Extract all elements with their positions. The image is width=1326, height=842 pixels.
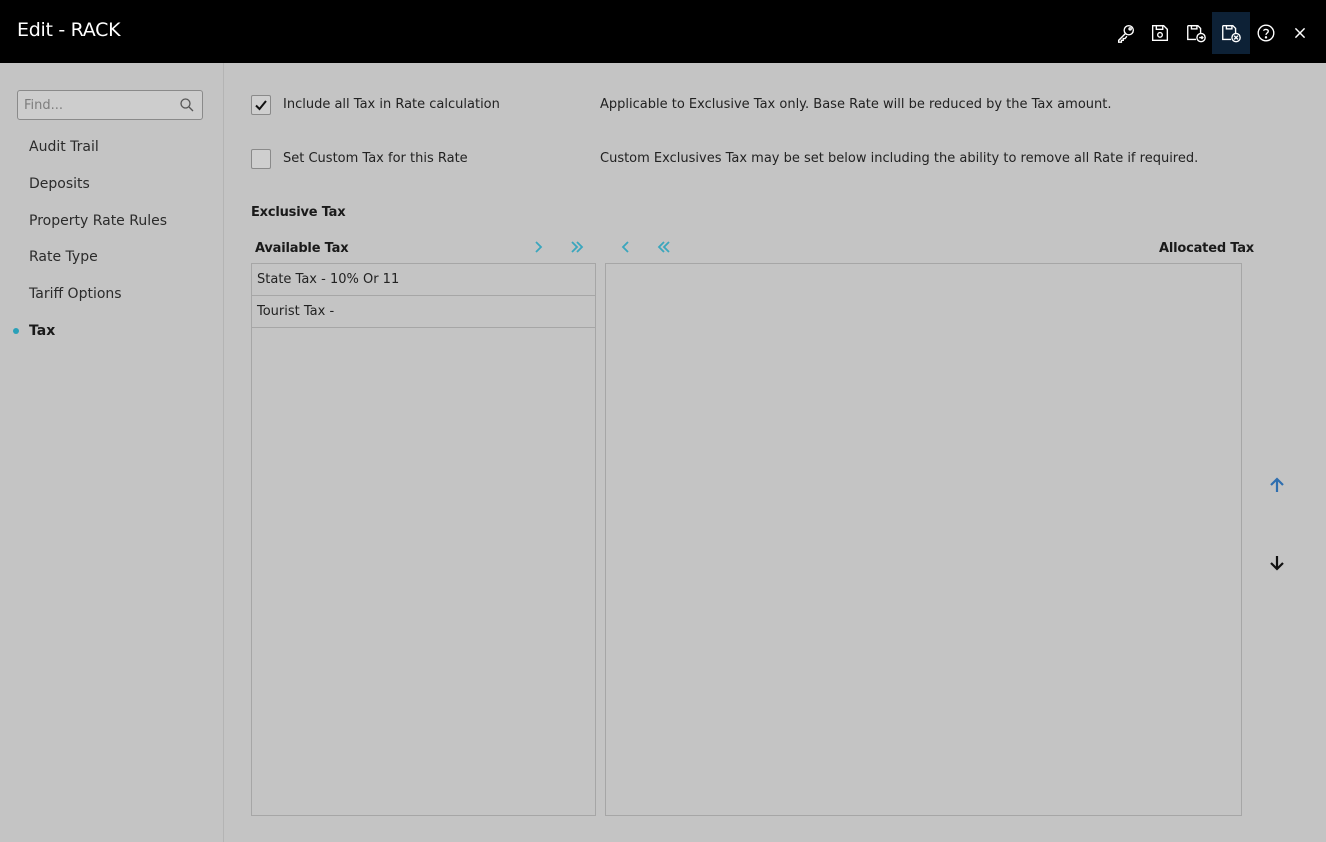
include-tax-label: Include all Tax in Rate calculation [283,97,500,112]
sidebar-item-tariff-options[interactable]: Tariff Options [29,286,122,302]
move-down-button[interactable] [1265,551,1289,575]
move-all-right-button[interactable] [567,237,587,257]
double-chevron-left-icon [657,241,670,253]
save-button[interactable] [1141,12,1179,54]
help-icon [1257,24,1275,42]
move-right-button[interactable] [528,237,548,257]
exclusive-tax-title: Exclusive Tax [251,205,346,220]
search-input[interactable] [18,91,184,119]
save-and-new-button[interactable] [1177,12,1215,54]
available-tax-header: Available Tax [255,241,349,256]
chevron-right-icon [535,241,543,253]
window-title: Edit - RACK [17,19,121,41]
move-left-button[interactable] [616,237,636,257]
available-tax-list[interactable]: State Tax - 10% Or 11 Tourist Tax - [251,263,596,816]
search-icon[interactable] [179,97,195,113]
move-all-left-button[interactable] [654,237,674,257]
key-button[interactable] [1107,12,1145,54]
arrow-down-icon [1270,556,1284,571]
help-button[interactable] [1247,12,1285,54]
active-indicator [13,328,19,334]
custom-tax-description: Custom Exclusives Tax may be set below i… [600,151,1199,166]
list-item[interactable]: Tourist Tax - [252,296,595,328]
allocated-tax-list[interactable] [605,263,1242,816]
key-icon [1117,24,1135,43]
double-chevron-right-icon [571,241,584,253]
save-icon [1151,24,1169,42]
sidebar-item-tax[interactable]: Tax [29,323,55,339]
custom-tax-label: Set Custom Tax for this Rate [283,151,468,166]
allocated-tax-header: Allocated Tax [1159,241,1254,256]
sidebar-item-audit-trail[interactable]: Audit Trail [29,139,99,155]
save-and-close-button[interactable] [1212,12,1250,54]
close-button[interactable] [1281,12,1319,54]
close-icon [1294,27,1306,39]
arrow-up-icon [1270,477,1284,492]
sidebar-item-rate-type[interactable]: Rate Type [29,249,98,265]
title-bar: Edit - RACK [0,0,1326,63]
search-box [17,90,203,120]
checkmark-icon [255,100,267,111]
sidebar: Audit Trail Deposits Property Rate Rules… [0,63,224,842]
move-up-button[interactable] [1265,473,1289,497]
include-tax-checkbox[interactable] [251,95,271,115]
main-panel: Include all Tax in Rate calculation Appl… [224,63,1326,842]
list-item[interactable]: State Tax - 10% Or 11 [252,264,595,296]
sidebar-item-property-rate-rules[interactable]: Property Rate Rules [29,213,167,229]
include-tax-description: Applicable to Exclusive Tax only. Base R… [600,97,1112,112]
custom-tax-checkbox[interactable] [251,149,271,169]
save-and-close-icon [1222,24,1241,43]
chevron-left-icon [621,241,629,253]
save-and-new-icon [1187,24,1206,43]
sidebar-item-deposits[interactable]: Deposits [29,176,90,192]
